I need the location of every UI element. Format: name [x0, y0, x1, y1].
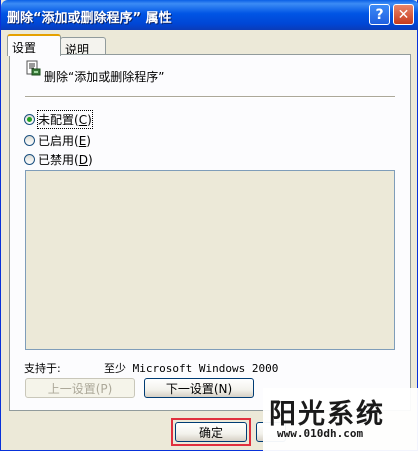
radio-enabled[interactable]: 已启用(E) — [24, 133, 91, 148]
previous-setting-button[interactable]: 上一设置(P) — [25, 378, 135, 398]
watermark-title: 阳光系统 — [269, 399, 385, 430]
tab-settings-label: 设置 — [12, 41, 37, 55]
divider — [25, 96, 395, 98]
close-icon: ✕ — [397, 6, 410, 23]
tab-explain[interactable]: 说明 — [60, 37, 106, 57]
radio-enabled-label: 已启用(E) — [38, 133, 91, 148]
close-button[interactable]: ✕ — [393, 4, 414, 25]
policy-title: 删除“添加或删除程序” — [44, 70, 165, 84]
next-setting-button[interactable]: 下一设置(N) — [144, 378, 254, 398]
radio-button[interactable] — [24, 134, 35, 146]
supported-on-label: 支持于: — [24, 362, 61, 375]
watermark-url: www.010dh.com — [277, 427, 364, 440]
radio-button[interactable] — [24, 153, 35, 165]
help-icon: ? — [375, 6, 384, 23]
radio-disabled[interactable]: 已禁用(D) — [24, 152, 93, 167]
radio-not-configured[interactable]: 未配置(C) — [24, 109, 93, 129]
title-bar[interactable]: 删除“添加或删除程序” 属性 ? ✕ — [1, 0, 418, 30]
supported-on-value: 至少 Microsoft Windows 2000 — [104, 362, 279, 375]
tab-settings[interactable]: 设置 — [7, 34, 61, 56]
comment-box — [25, 170, 395, 350]
window-title: 删除“添加或删除程序” 属性 — [7, 11, 172, 26]
policy-setting-icon — [26, 60, 41, 76]
radio-disabled-label: 已禁用(D) — [38, 152, 93, 167]
radio-button-checked[interactable] — [24, 113, 35, 125]
radio-not-configured-label: 未配置(C) — [37, 109, 93, 129]
help-button[interactable]: ? — [369, 4, 390, 25]
properties-dialog: 删除“添加或删除程序” 属性 ? ✕ 设置 说明 删除“添加或删除程序” 未配置… — [0, 0, 418, 451]
ok-button[interactable]: 确定 — [175, 422, 247, 442]
